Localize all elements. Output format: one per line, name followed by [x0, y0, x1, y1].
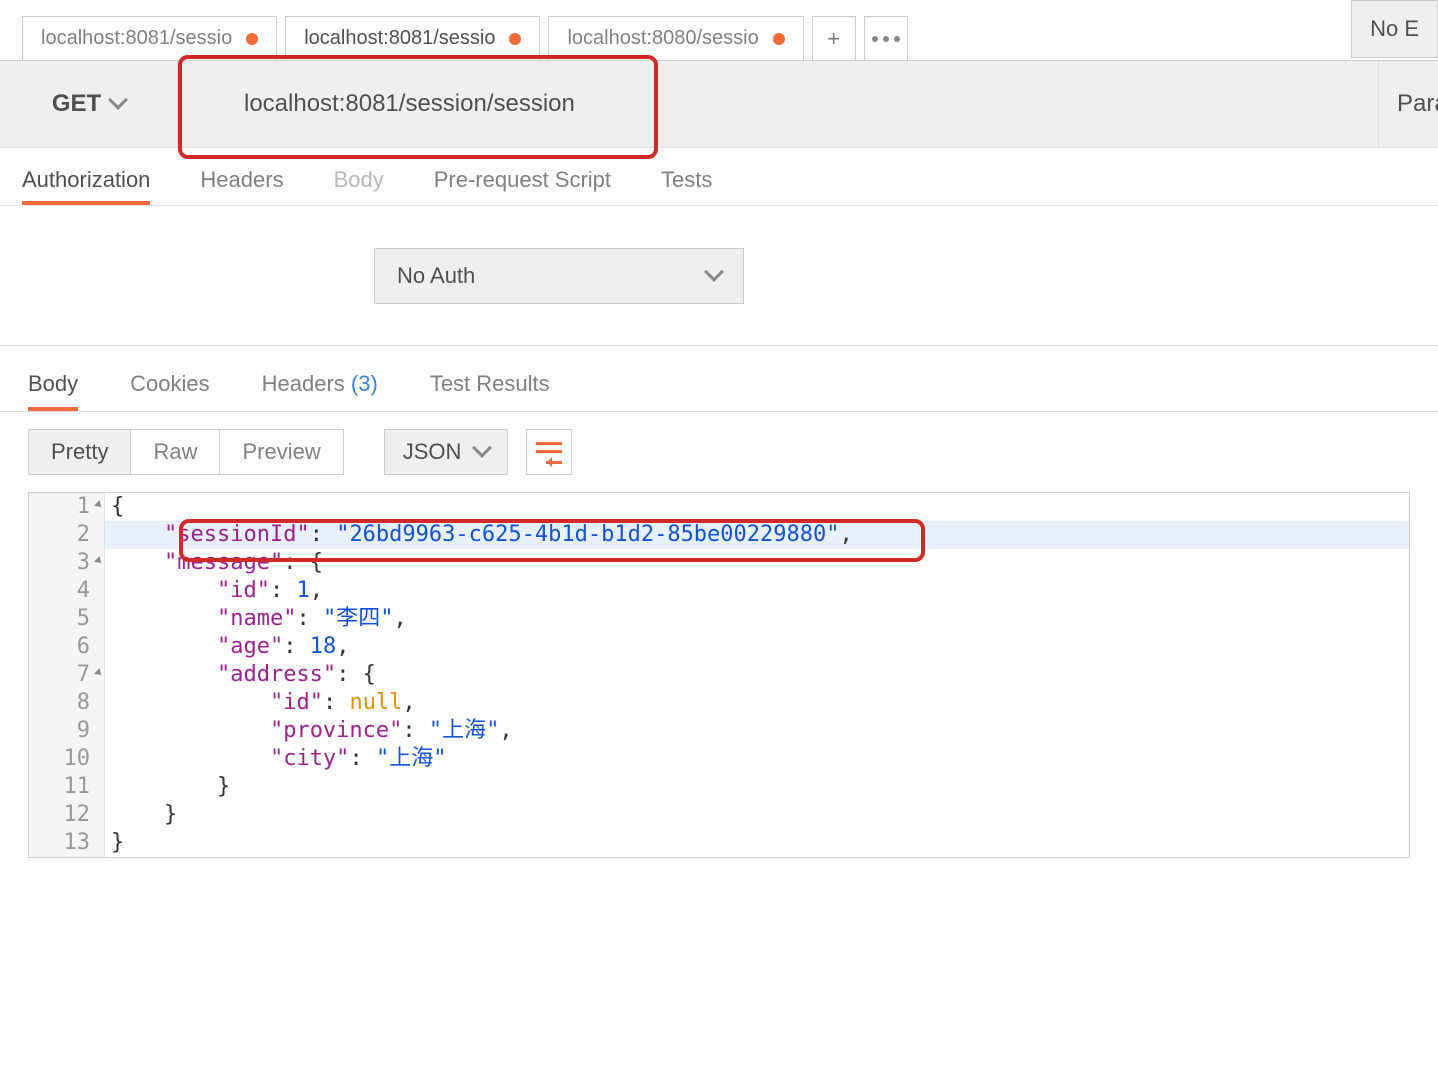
request-tab-2[interactable]: localhost:8080/sessio: [548, 16, 803, 60]
params-button[interactable]: Para: [1378, 61, 1438, 147]
resp-tab-cookies[interactable]: Cookies: [130, 371, 209, 411]
tab-prerequest-script[interactable]: Pre-request Script: [434, 167, 611, 205]
tab-label: localhost:8081/sessio: [304, 27, 495, 50]
fold-icon[interactable]: [94, 556, 104, 566]
request-subtabs: Authorization Headers Body Pre-request S…: [0, 148, 1438, 206]
body-format-select[interactable]: JSON: [384, 429, 509, 475]
code-line: 2 "sessionId": "26bd9963-c625-4b1d-b1d2-…: [29, 521, 1409, 549]
response-toolbar: Pretty Raw Preview JSON: [0, 412, 1438, 492]
code-line: 1 {: [29, 493, 1409, 521]
view-raw-button[interactable]: Raw: [130, 430, 219, 474]
unsaved-indicator-icon: [773, 33, 785, 45]
code-line: 10 "city": "上海": [29, 745, 1409, 773]
http-method-select[interactable]: GET: [0, 61, 178, 147]
tab-tests[interactable]: Tests: [661, 167, 712, 205]
resp-tab-body[interactable]: Body: [28, 371, 78, 411]
tab-body[interactable]: Body: [334, 167, 384, 205]
tab-label: localhost:8081/sessio: [41, 27, 232, 50]
body-format-label: JSON: [403, 439, 462, 465]
view-preview-button[interactable]: Preview: [219, 430, 342, 474]
code-line: 5 "name": "李四",: [29, 605, 1409, 633]
resp-headers-count: (3): [351, 371, 378, 396]
environment-select[interactable]: No E: [1351, 0, 1438, 58]
resp-tab-headers[interactable]: Headers (3): [262, 371, 378, 411]
new-tab-button[interactable]: +: [812, 16, 856, 60]
code-line: 12 }: [29, 801, 1409, 829]
tab-authorization[interactable]: Authorization: [22, 167, 150, 205]
request-tab-0[interactable]: localhost:8081/sessio: [22, 16, 277, 60]
tab-label: localhost:8080/sessio: [567, 27, 758, 50]
fold-icon[interactable]: [94, 500, 104, 510]
params-label: Para: [1397, 90, 1438, 118]
wrap-icon: [536, 442, 562, 462]
code-line: 11 }: [29, 773, 1409, 801]
response-tabs: Body Cookies Headers (3) Test Results: [0, 346, 1438, 412]
view-pretty-button[interactable]: Pretty: [29, 430, 130, 474]
code-line: 9 "province": "上海",: [29, 717, 1409, 745]
chevron-down-icon: [475, 439, 489, 465]
unsaved-indicator-icon: [246, 33, 258, 45]
unsaved-indicator-icon: [509, 33, 521, 45]
code-line: 8 "id": null,: [29, 689, 1409, 717]
resp-tab-testresults[interactable]: Test Results: [430, 371, 550, 411]
chevron-down-icon: [111, 90, 125, 118]
code-line: 3 "message": {: [29, 549, 1409, 577]
environment-label: No E: [1370, 16, 1419, 42]
authorization-panel: No Auth: [0, 206, 1438, 346]
chevron-down-icon: [707, 263, 721, 289]
auth-type-value: No Auth: [397, 263, 475, 289]
request-tabs-row: localhost:8081/sessio localhost:8081/ses…: [0, 0, 1438, 60]
tab-headers[interactable]: Headers: [200, 167, 283, 205]
code-line: 4 "id": 1,: [29, 577, 1409, 605]
response-body-code[interactable]: 1 { 2 "sessionId": "26bd9963-c625-4b1d-b…: [28, 492, 1410, 858]
fold-icon[interactable]: [94, 668, 104, 678]
request-url-input[interactable]: [178, 61, 1378, 147]
resp-headers-label: Headers: [262, 371, 345, 396]
wrap-lines-button[interactable]: [526, 429, 572, 475]
code-line: 13 }: [29, 829, 1409, 857]
code-line: 7 "address": {: [29, 661, 1409, 689]
auth-type-select[interactable]: No Auth: [374, 248, 744, 304]
request-tab-1[interactable]: localhost:8081/sessio: [285, 16, 540, 60]
view-mode-segmented: Pretty Raw Preview: [28, 429, 344, 475]
ellipsis-icon: [872, 36, 900, 42]
plus-icon: +: [827, 26, 840, 52]
http-method-label: GET: [52, 90, 101, 118]
code-line: 6 "age": 18,: [29, 633, 1409, 661]
tab-options-button[interactable]: [864, 16, 908, 60]
request-bar: GET Para: [0, 60, 1438, 148]
